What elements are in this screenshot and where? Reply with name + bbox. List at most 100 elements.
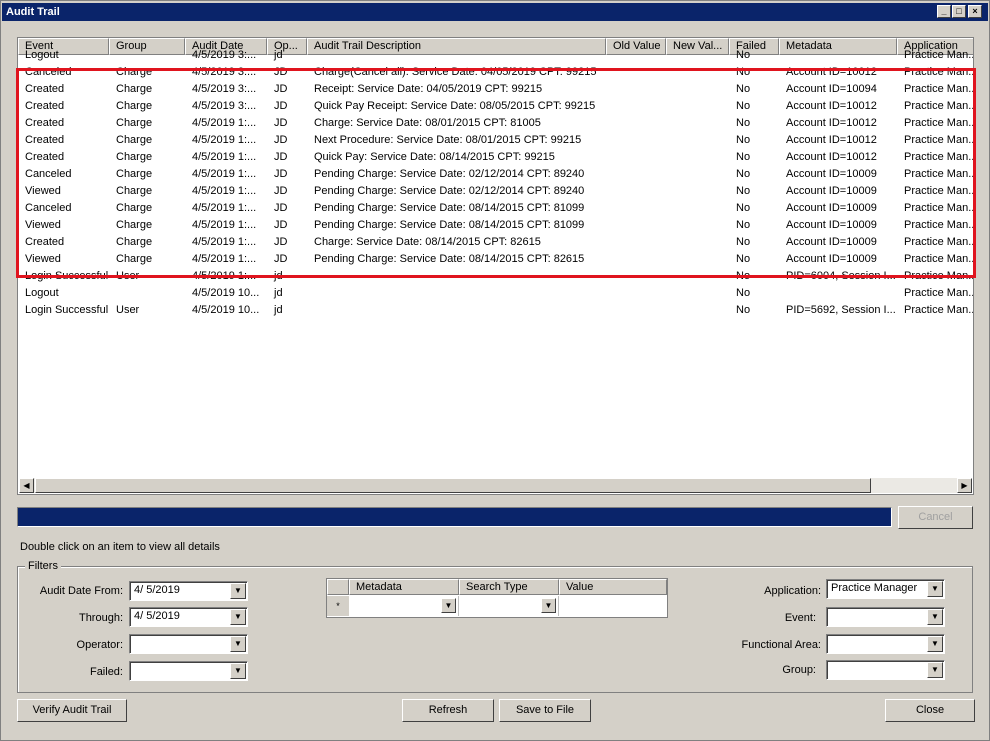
group-select[interactable]: ▼ [826,660,945,680]
audit-trail-grid[interactable]: Event Group Audit Date Op... Audit Trail Des… [17,37,974,495]
chevron-down-icon[interactable]: ▼ [230,583,246,599]
cell-operator: JD [274,117,288,129]
cell-old-value [606,200,666,217]
functional-area-label: Functional Area: [741,639,822,651]
maximize-icon[interactable]: □ [952,5,966,18]
table-row[interactable]: Login Successful User 4/5/2019 10... jd No PI… [18,302,973,319]
cell-metadata: Account ID=10009 [786,185,877,197]
cell-event: Created [25,83,65,95]
cell-failed: No [736,202,751,214]
cell-description: Charge: Service Date: 08/14/2015 CPT: 82… [314,236,541,248]
cell-description: Charge(Cancel all): Service Date: 04/05/… [314,66,597,78]
cell-description: Quick Pay: Service Date: 08/14/2015 CPT:… [314,151,555,163]
close-button[interactable]: Close [885,699,975,722]
scroll-thumb[interactable] [35,478,871,493]
table-row[interactable]: Created Charge 4/5/2019 1:... JD Quick Pay: … [18,149,973,166]
audit-date-from-picker[interactable]: 4/ 5/2019 ▼ [129,581,248,601]
cell-event: Login Successful [25,270,109,282]
table-row[interactable]: Created Charge 4/5/2019 1:... JD Next Proced… [18,132,973,149]
cell-description: Receipt: Service Date: 04/05/2019 CPT: 9… [314,83,543,95]
cell-group: Charge [116,202,153,214]
cell-group: Charge [116,236,153,248]
table-row[interactable]: Login Successful User 4/5/2019 1:... jd No PI… [18,268,973,285]
title-bar[interactable]: Audit Trail _ □ × [2,3,988,21]
cell-old-value [606,217,666,234]
chevron-down-icon[interactable]: ▼ [927,662,943,678]
cell-failed: No [736,117,751,129]
verify-audit-trail-button[interactable]: Verify Audit Trail [17,699,127,722]
search-type-select[interactable]: ▼ [459,596,559,616]
cell-group: Charge [116,219,153,231]
cell-failed: No [736,304,751,316]
cancel-button[interactable]: Cancel [898,506,973,529]
cell-operator: JD [274,66,288,78]
through-label: Through: [78,612,123,624]
table-row[interactable]: Logout 4/5/2019 10... jd No Practice Man... [18,285,973,302]
table-row[interactable]: Viewed Charge 4/5/2019 1:... JD Pending Char… [18,251,973,268]
cell-audit-date: 4/5/2019 1:... [192,151,257,163]
table-row[interactable]: Viewed Charge 4/5/2019 1:... JD Pending Char… [18,217,973,234]
table-row[interactable]: Created Charge 4/5/2019 3:... JD Quick Pay R… [18,98,973,115]
scroll-right-icon[interactable]: ▶ [957,478,972,493]
table-row[interactable]: Created Charge 4/5/2019 3:... JD Receipt: Se… [18,81,973,98]
cell-group [109,285,185,302]
cell-old-value [606,132,666,149]
chevron-down-icon[interactable]: ▼ [927,609,943,625]
cell-event: Created [25,117,65,129]
operator-select[interactable]: ▼ [129,634,248,654]
save-to-file-button[interactable]: Save to File [499,699,591,722]
functional-area-select[interactable]: ▼ [826,634,945,654]
cell-group: Charge [116,185,153,197]
cell-old-value [606,47,666,64]
cell-operator: JD [274,185,288,197]
cell-metadata [779,285,897,302]
cell-audit-date: 4/5/2019 3:... [192,100,257,112]
horizontal-scrollbar[interactable]: ◀ ▶ [19,478,972,493]
cell-failed: No [736,151,751,163]
refresh-button[interactable]: Refresh [402,699,494,722]
chevron-down-icon[interactable]: ▼ [541,598,556,613]
event-select[interactable]: ▼ [826,607,945,627]
cell-description: Pending Charge: Service Date: 02/12/2014… [314,185,585,197]
table-row[interactable]: Logout 4/5/2019 3:... jd No Practice Man... [18,47,974,64]
through-date-picker[interactable]: 4/ 5/2019 ▼ [129,607,248,627]
metadata-select[interactable]: ▼ [349,596,459,616]
cell-metadata [779,47,897,64]
table-row[interactable]: Viewed Charge 4/5/2019 1:... JD Pending Char… [18,183,973,200]
cell-description [307,285,606,302]
table-row[interactable]: Created Charge 4/5/2019 1:... JD Charge: Ser… [18,234,973,251]
chevron-down-icon[interactable]: ▼ [927,636,943,652]
cell-new-value [666,183,729,200]
table-row[interactable]: Created Charge 4/5/2019 1:... JD Charge: Ser… [18,115,974,132]
table-row[interactable]: Canceled Charge 4/5/2019 1:... JD Pending Ch… [18,166,973,183]
chevron-down-icon[interactable]: ▼ [441,598,456,613]
cell-description: Charge: Service Date: 08/01/2015 CPT: 81… [314,117,541,129]
cell-group: User [116,270,140,282]
cell-description: Pending Charge: Service Date: 08/14/2015… [314,219,585,231]
cell-audit-date: 4/5/2019 3:... [192,66,257,78]
close-icon[interactable]: × [968,5,982,18]
cell-operator: JD [274,253,288,265]
cell-event: Canceled [25,202,72,214]
application-select[interactable]: Practice Manager ▼ [826,579,945,599]
cell-failed: No [736,49,751,61]
chevron-down-icon[interactable]: ▼ [230,663,246,679]
minimize-icon[interactable]: _ [937,5,951,18]
cell-operator: JD [274,83,288,95]
cell-metadata: Account ID=10094 [786,83,877,95]
chevron-down-icon[interactable]: ▼ [230,609,246,625]
scroll-left-icon[interactable]: ◀ [19,478,34,493]
cell-new-value [666,115,729,132]
table-row[interactable]: Canceled Charge 4/5/2019 1:... JD Pending Ch… [18,200,973,217]
chevron-down-icon[interactable]: ▼ [927,581,943,597]
cell-event: Created [25,236,65,248]
cell-event: Viewed [25,253,61,265]
cell-new-value [666,200,729,217]
failed-select[interactable]: ▼ [129,661,248,681]
table-row[interactable]: Canceled Charge 4/5/2019 3:... JD Charge(Can… [18,64,973,81]
chevron-down-icon[interactable]: ▼ [230,636,246,652]
value-input[interactable] [559,596,667,616]
metadata-grid[interactable]: Metadata Search Type Value * ▼ ▼ [326,578,668,618]
cell-application: Practice Man... [904,49,974,61]
cell-application: Practice Man... [904,117,974,129]
